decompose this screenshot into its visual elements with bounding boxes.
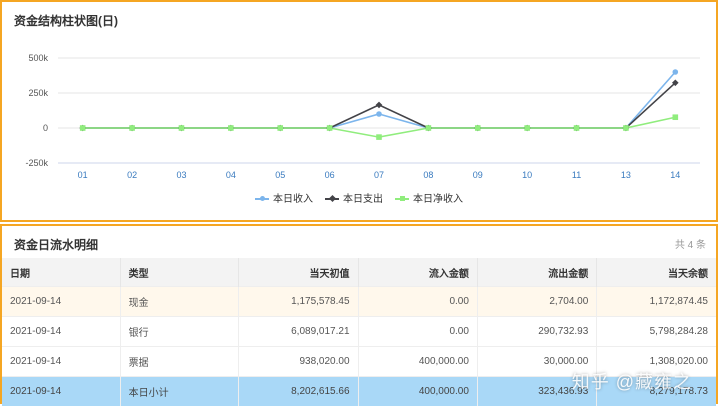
x-tick-label: 08 bbox=[423, 170, 433, 180]
data-point[interactable] bbox=[673, 69, 679, 75]
legend-item[interactable]: 本日收入 bbox=[255, 190, 313, 205]
y-tick-label: -250k bbox=[25, 158, 48, 168]
data-point[interactable] bbox=[623, 125, 629, 131]
chart-legend: 本日收入 本日支出 本日净收入 bbox=[2, 190, 716, 205]
table-header-row: 日期 类型 当天初值 流入金额 流出金额 当天余额 bbox=[2, 258, 716, 287]
legend-item[interactable]: 本日净收入 bbox=[395, 190, 463, 205]
table-title: 资金日流水明细 bbox=[14, 236, 98, 253]
data-point[interactable] bbox=[277, 125, 283, 131]
x-tick-label: 06 bbox=[325, 170, 335, 180]
legend-label: 本日支出 bbox=[343, 194, 383, 205]
data-point[interactable] bbox=[376, 111, 382, 117]
x-tick-label: 01 bbox=[78, 170, 88, 180]
cell-inflow: 0.00 bbox=[358, 317, 477, 347]
cell-opening: 8,202,615.66 bbox=[238, 377, 358, 406]
legend-marker-icon bbox=[255, 198, 269, 200]
cell-type: 本日小计 bbox=[120, 377, 238, 406]
cell-type: 现金 bbox=[120, 287, 238, 317]
legend-label: 本日净收入 bbox=[413, 194, 463, 205]
y-tick-label: 0 bbox=[43, 123, 48, 133]
table-row[interactable]: 2021-09-14 现金 1,175,578.45 0.00 2,704.00… bbox=[2, 287, 716, 317]
data-point[interactable] bbox=[327, 125, 333, 131]
cell-date: 2021-09-14 bbox=[2, 377, 120, 406]
column-header-inflow[interactable]: 流入金额 bbox=[358, 258, 477, 287]
cell-date: 2021-09-14 bbox=[2, 317, 120, 347]
x-tick-label: 05 bbox=[275, 170, 285, 180]
x-tick-label: 13 bbox=[621, 170, 631, 180]
x-tick-label: 04 bbox=[226, 170, 236, 180]
cell-date: 2021-09-14 bbox=[2, 347, 120, 377]
legend-label: 本日收入 bbox=[273, 194, 313, 205]
data-point[interactable] bbox=[129, 125, 135, 131]
table-row[interactable]: 2021-09-14 银行 6,089,017.21 0.00 290,732.… bbox=[2, 317, 716, 347]
legend-marker-icon bbox=[325, 198, 339, 200]
x-tick-label: 11 bbox=[572, 170, 581, 180]
cell-opening: 1,175,578.45 bbox=[238, 287, 358, 317]
cell-outflow: 2,704.00 bbox=[477, 287, 596, 317]
data-point[interactable] bbox=[80, 125, 86, 131]
cell-balance: 5,798,284.28 bbox=[597, 317, 716, 347]
column-header-date[interactable]: 日期 bbox=[2, 258, 120, 287]
column-header-type[interactable]: 类型 bbox=[120, 258, 238, 287]
x-tick-label: 10 bbox=[522, 170, 532, 180]
record-count: 共 4 条 bbox=[675, 236, 706, 251]
data-point[interactable] bbox=[228, 125, 234, 131]
cell-outflow: 290,732.93 bbox=[477, 317, 596, 347]
legend-item[interactable]: 本日支出 bbox=[325, 190, 383, 205]
x-tick-label: 09 bbox=[473, 170, 483, 180]
data-point[interactable] bbox=[574, 125, 580, 131]
column-header-balance[interactable]: 当天余额 bbox=[597, 258, 716, 287]
cell-type: 票据 bbox=[120, 347, 238, 377]
x-tick-label: 03 bbox=[176, 170, 186, 180]
column-header-opening[interactable]: 当天初值 bbox=[238, 258, 358, 287]
cell-type: 银行 bbox=[120, 317, 238, 347]
line-chart: 500k 250k 0 -250k 01 02 03 04 05 06 07 08 09 10 11 13 1… bbox=[2, 2, 716, 188]
cell-inflow: 400,000.00 bbox=[358, 347, 477, 377]
x-tick-label: 02 bbox=[127, 170, 137, 180]
chart-panel: 资金结构柱状图(日) 500k250k0-250k 01020304050607… bbox=[0, 0, 718, 222]
cell-inflow: 400,000.00 bbox=[358, 377, 477, 406]
data-point[interactable] bbox=[426, 125, 432, 131]
data-point[interactable] bbox=[376, 102, 383, 109]
data-point[interactable] bbox=[524, 125, 530, 131]
y-tick-label: 500k bbox=[28, 53, 48, 63]
cell-opening: 6,089,017.21 bbox=[238, 317, 358, 347]
series-line bbox=[83, 72, 676, 128]
data-point[interactable] bbox=[673, 114, 679, 120]
x-tick-label: 14 bbox=[670, 170, 680, 180]
x-tick-label: 07 bbox=[374, 170, 384, 180]
y-tick-label: 250k bbox=[28, 88, 48, 98]
data-point[interactable] bbox=[376, 134, 382, 140]
watermark: 知乎 @藏雍之 bbox=[572, 368, 692, 394]
column-header-outflow[interactable]: 流出金额 bbox=[477, 258, 596, 287]
table-panel: 资金日流水明细 共 4 条 日期 类型 当天初值 流入金额 流出金额 当天余额 … bbox=[0, 224, 718, 404]
cell-date: 2021-09-14 bbox=[2, 287, 120, 317]
series-line bbox=[83, 117, 676, 137]
cell-opening: 938,020.00 bbox=[238, 347, 358, 377]
data-point[interactable] bbox=[179, 125, 185, 131]
cell-inflow: 0.00 bbox=[358, 287, 477, 317]
cell-balance: 1,172,874.45 bbox=[597, 287, 716, 317]
legend-marker-icon bbox=[395, 198, 409, 200]
data-point[interactable] bbox=[475, 125, 481, 131]
